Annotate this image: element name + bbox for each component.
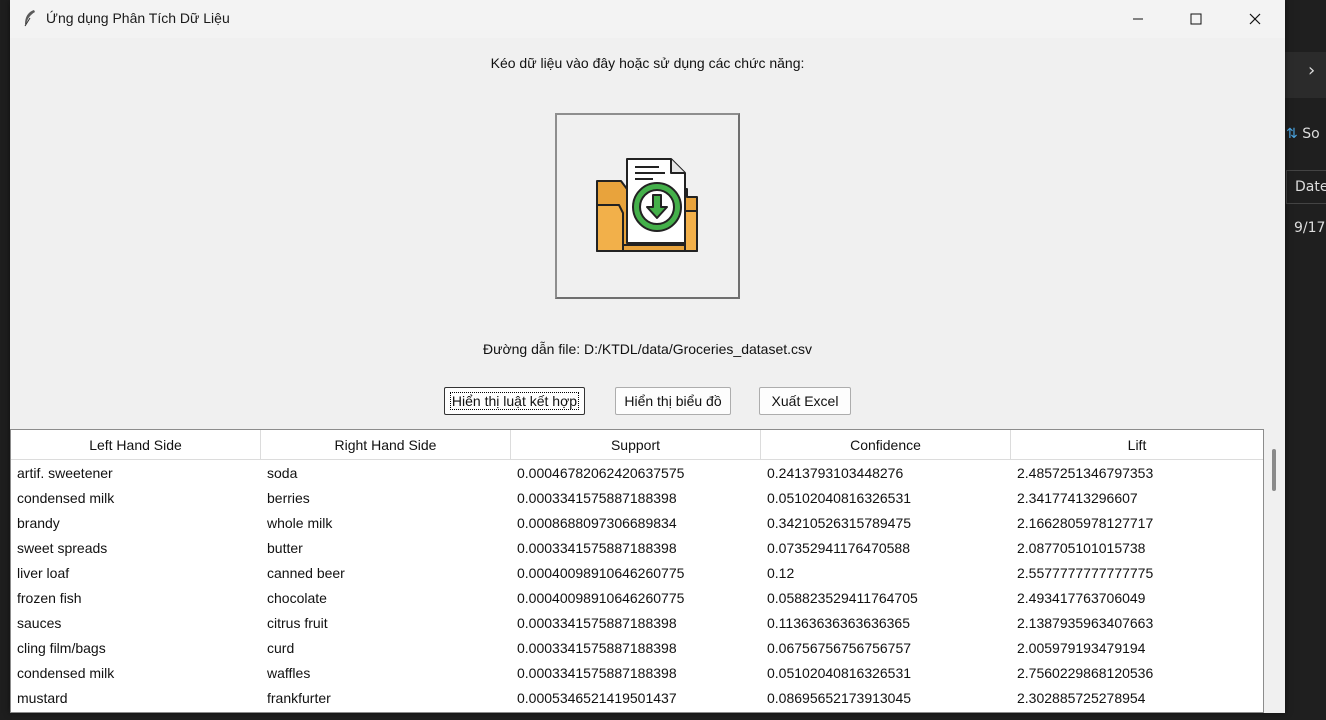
table-row[interactable]: condensed milk waffles 0.000334157588718… <box>11 661 1263 686</box>
cell-confidence: 0.34210526315789475 <box>767 515 912 531</box>
maximize-icon <box>1190 13 1202 25</box>
cell-lift: 2.4857251346797353 <box>1017 465 1154 481</box>
table-row[interactable]: cling film/bags curd 0.00033415758871883… <box>11 636 1263 661</box>
cell-lift: 2.34177413296607 <box>1017 490 1138 506</box>
maximize-button[interactable] <box>1167 0 1225 38</box>
table-header: Left Hand Side Right Hand Side Support C… <box>11 430 1263 460</box>
cell-lhs: sweet spreads <box>17 540 108 556</box>
table-body: artif. sweetener soda 0.0004678206242063… <box>11 461 1263 711</box>
column-header-lhs[interactable]: Left Hand Side <box>11 430 261 460</box>
cell-support: 0.00046782062420637575 <box>517 465 685 481</box>
cell-confidence: 0.2413793103448276 <box>767 465 904 481</box>
cell-rhs: whole milk <box>267 515 333 531</box>
cell-lift: 2.1662805978127717 <box>1017 515 1154 531</box>
cell-support: 0.0003341575887188398 <box>517 490 677 506</box>
cell-lhs: liver loaf <box>17 565 70 581</box>
table-row[interactable]: liver loaf canned beer 0.000400989106462… <box>11 561 1263 586</box>
chevron-right-icon[interactable]: › <box>1308 60 1315 81</box>
sort-label: ⇅ So <box>1286 126 1320 142</box>
table-row[interactable]: artif. sweetener soda 0.0004678206242063… <box>11 461 1263 486</box>
window-title: Ứng dụng Phân Tích Dữ Liệu <box>46 10 230 26</box>
cell-lift: 2.087705101015738 <box>1017 540 1146 556</box>
cell-lhs: cling film/bags <box>17 640 106 656</box>
table-row[interactable]: frozen fish chocolate 0.0004009891064626… <box>11 586 1263 611</box>
cell-confidence: 0.07352941176470588 <box>767 540 911 556</box>
cell-support: 0.0008688097306689834 <box>517 515 677 531</box>
cell-support: 0.0005346521419501437 <box>517 690 677 706</box>
cell-lhs: brandy <box>17 515 60 531</box>
sort-icon: ⇅ <box>1286 126 1298 142</box>
cell-lhs: sauces <box>17 615 62 631</box>
close-icon <box>1249 13 1261 25</box>
cell-lift: 2.7560229868120536 <box>1017 665 1154 681</box>
show-chart-button[interactable]: Hiển thị biểu đồ <box>615 387 731 415</box>
cell-confidence: 0.06756756756756757 <box>767 640 912 656</box>
cell-rhs: soda <box>267 465 298 481</box>
file-drop-zone[interactable] <box>555 113 740 299</box>
column-header-support[interactable]: Support <box>511 430 761 460</box>
cell-lift: 2.5577777777777775 <box>1017 565 1154 581</box>
cell-rhs: chocolate <box>267 590 327 606</box>
cell-rhs: curd <box>267 640 295 656</box>
cell-rhs: butter <box>267 540 303 556</box>
cell-confidence: 0.05102040816326531 <box>767 490 912 506</box>
cell-support: 0.0003341575887188398 <box>517 540 677 556</box>
cell-rhs: canned beer <box>267 565 345 581</box>
cell-lift: 2.493417763706049 <box>1017 590 1146 606</box>
cell-confidence: 0.058823529411764705 <box>767 590 918 606</box>
file-path-label: Đường dẫn file: D:/KTDL/data/Groceries_d… <box>482 341 813 357</box>
column-header-rhs[interactable]: Right Hand Side <box>261 430 511 460</box>
column-header-lift[interactable]: Lift <box>1011 430 1263 460</box>
cell-rhs: citrus fruit <box>267 615 328 631</box>
date-column-header: Date <box>1286 170 1326 204</box>
cell-lhs: mustard <box>17 690 68 706</box>
cell-confidence: 0.11363636363636365 <box>767 615 911 631</box>
drop-prompt-label: Kéo dữ liệu vào đây hoặc sử dụng các chứ… <box>490 55 805 71</box>
export-excel-button[interactable]: Xuất Excel <box>759 387 851 415</box>
close-button[interactable] <box>1226 0 1284 38</box>
feather-icon <box>24 10 35 27</box>
table-row[interactable]: sauces citrus fruit 0.000334157588718839… <box>11 611 1263 636</box>
cell-confidence: 0.12 <box>767 565 795 581</box>
show-rules-label: Hiển thị luật kết hợp <box>449 392 580 410</box>
table-row[interactable]: condensed milk berries 0.000334157588718… <box>11 486 1263 511</box>
title-bar: Ứng dụng Phân Tích Dữ Liệu <box>10 0 1285 38</box>
date-value: 9/17, <box>1294 220 1326 236</box>
cell-lhs: condensed milk <box>17 490 115 506</box>
table-row[interactable]: mustard frankfurter 0.000534652141950143… <box>11 686 1263 711</box>
cell-support: 0.00040098910646260775 <box>517 565 685 581</box>
cell-confidence: 0.08695652173913045 <box>767 690 912 706</box>
cell-support: 0.00040098910646260775 <box>517 590 685 606</box>
cell-rhs: frankfurter <box>267 690 331 706</box>
cell-lift: 2.005979193479194 <box>1017 640 1146 656</box>
folder-download-icon <box>595 158 698 252</box>
cell-support: 0.0003341575887188398 <box>517 665 677 681</box>
table-row[interactable]: sweet spreads butter 0.00033415758871883… <box>11 536 1263 561</box>
cell-lhs: frozen fish <box>17 590 82 606</box>
cell-rhs: berries <box>267 490 310 506</box>
background-right-panel: › ⇅ So Date 9/17, <box>1284 0 1326 720</box>
rules-table[interactable]: Left Hand Side Right Hand Side Support C… <box>10 429 1264 713</box>
table-row[interactable]: brandy whole milk 0.0008688097306689834 … <box>11 511 1263 536</box>
cell-lift: 2.1387935963407663 <box>1017 615 1154 631</box>
show-chart-label: Hiển thị biểu đồ <box>624 393 722 409</box>
column-header-confidence[interactable]: Confidence <box>761 430 1011 460</box>
cell-lhs: artif. sweetener <box>17 465 113 481</box>
cell-support: 0.0003341575887188398 <box>517 640 677 656</box>
export-excel-label: Xuất Excel <box>771 393 839 409</box>
background-topbar <box>1284 52 1326 98</box>
app-window: Ứng dụng Phân Tích Dữ Liệu Kéo dữ liệu v… <box>10 0 1285 713</box>
show-rules-button[interactable]: Hiển thị luật kết hợp <box>444 387 585 415</box>
table-scrollbar[interactable] <box>1265 429 1285 713</box>
cell-support: 0.0003341575887188398 <box>517 615 677 631</box>
cell-lift: 2.302885725278954 <box>1017 690 1146 706</box>
cell-lhs: condensed milk <box>17 665 115 681</box>
minimize-icon <box>1133 18 1143 20</box>
cell-rhs: waffles <box>267 665 311 681</box>
scrollbar-thumb[interactable] <box>1272 449 1276 491</box>
cell-confidence: 0.05102040816326531 <box>767 665 912 681</box>
minimize-button[interactable] <box>1109 0 1167 38</box>
